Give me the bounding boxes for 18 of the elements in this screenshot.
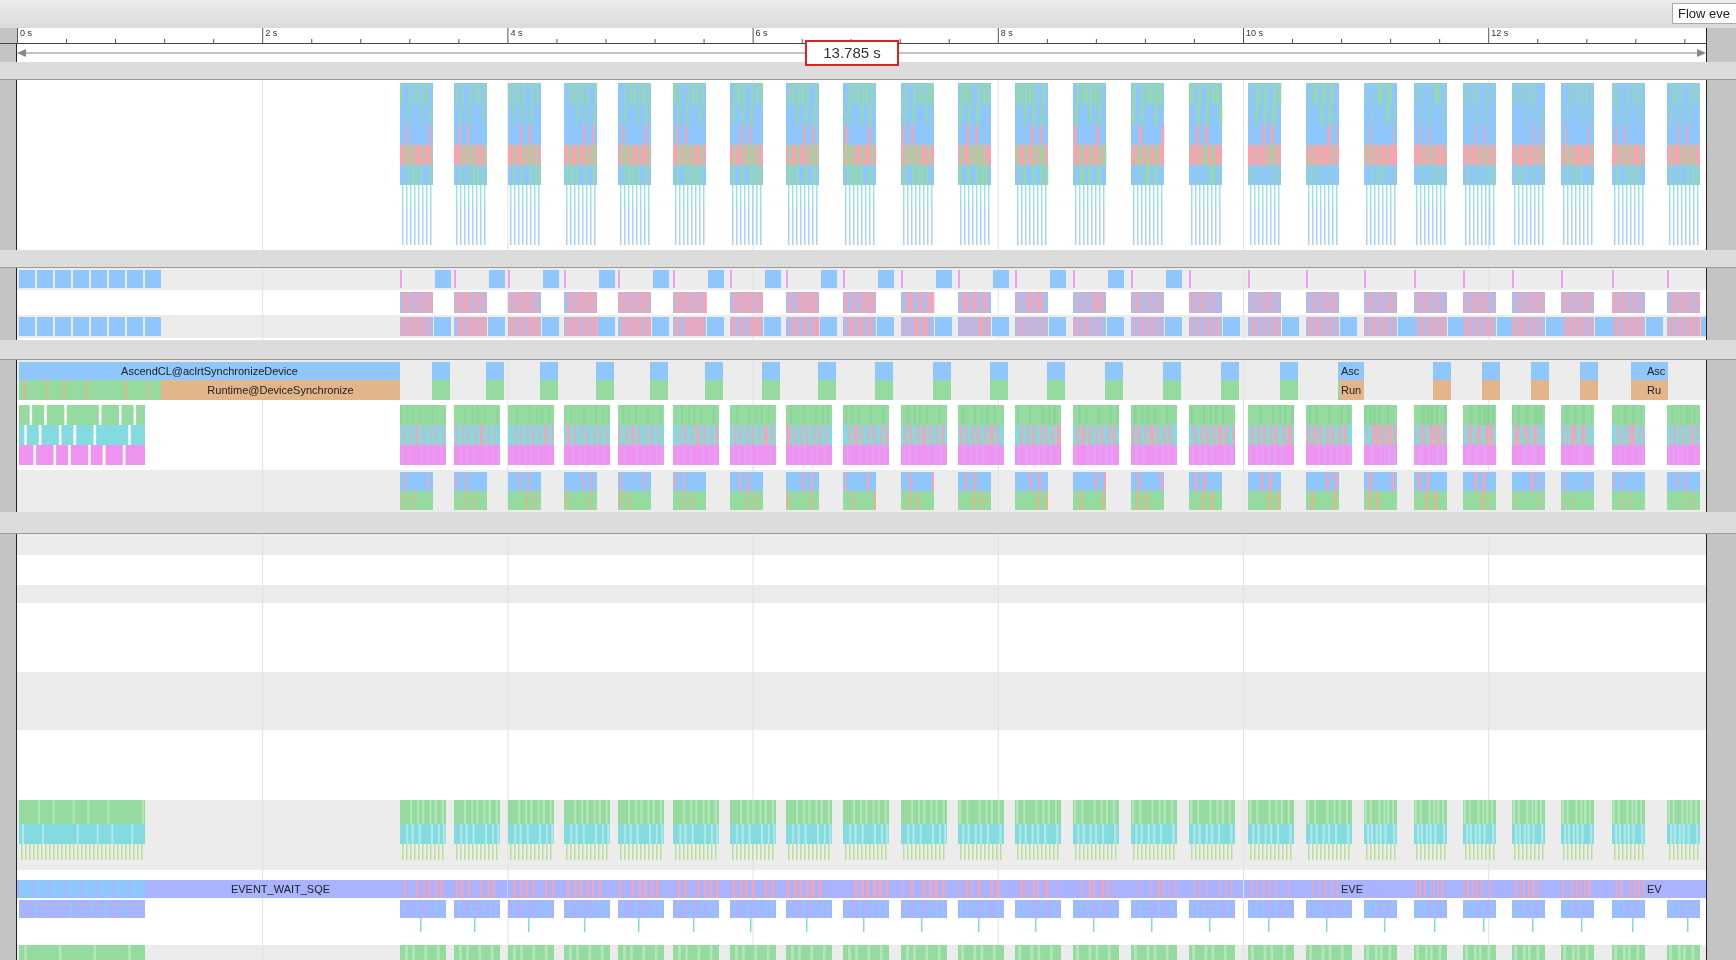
tick-label: 0 s xyxy=(19,28,32,39)
trace-slice[interactable]: EVE xyxy=(1340,880,1364,898)
track-gutter xyxy=(0,268,17,340)
tick-label: 4 s xyxy=(509,28,523,39)
duration-label: 13.785 s xyxy=(805,40,899,66)
trace-slice[interactable]: Asc xyxy=(1340,362,1364,380)
flow-events-button[interactable]: Flow eve xyxy=(1672,3,1736,24)
trace-slice[interactable]: Ru xyxy=(1646,380,1668,400)
trace-slice[interactable]: Run xyxy=(1340,380,1364,400)
tick-label: 12 s xyxy=(1490,28,1509,39)
tick-label: 6 s xyxy=(754,28,768,39)
trace-slice[interactable]: Asc xyxy=(1646,362,1668,380)
tick-label: 2 s xyxy=(264,28,278,39)
trace-slice[interactable]: Runtime@DeviceSynchronize xyxy=(161,380,400,400)
tick-label: 10 s xyxy=(1245,28,1263,39)
tick-label: 8 s xyxy=(999,28,1013,39)
trace-slice[interactable]: AscendCL@aclrtSynchronizeDevice xyxy=(19,362,400,380)
track-gutter xyxy=(1706,268,1736,340)
